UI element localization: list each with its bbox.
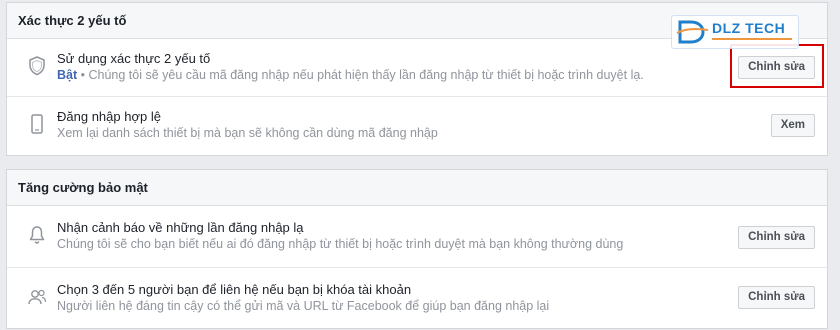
login-alerts-title: Nhận cảnh báo về những lần đăng nhập lạ — [57, 220, 304, 235]
login-alerts-row: Nhận cảnh báo về những lần đăng nhập lạ … — [7, 206, 827, 268]
bell-icon — [25, 223, 49, 247]
two-factor-title: Sử dụng xác thực 2 yếu tố — [57, 51, 211, 66]
extra-security-section: Tăng cường bảo mật Nhận cảnh báo về nhữn… — [6, 169, 828, 329]
trusted-contacts-description: Người liên hệ đáng tin cậy có thể gửi mã… — [57, 299, 550, 313]
phone-icon — [25, 112, 49, 136]
login-alerts-edit-button[interactable]: Chỉnh sửa — [738, 226, 815, 249]
login-alerts-description: Chúng tôi sẽ cho bạn biết nếu ai đó đăng… — [57, 237, 624, 251]
two-factor-status: Bật — [57, 68, 78, 82]
highlight-box — [730, 44, 824, 88]
dlz-tech-logo-text: DLZ TECH — [712, 20, 786, 36]
extra-security-section-title: Tăng cường bảo mật — [7, 170, 827, 206]
authorized-logins-description: Xem lại danh sách thiết bị mà bạn sẽ khô… — [57, 126, 438, 140]
trusted-contacts-title: Chọn 3 đến 5 người bạn để liên hệ nếu bạ… — [57, 282, 412, 297]
trusted-contacts-edit-button[interactable]: Chỉnh sửa — [738, 286, 815, 309]
authorized-logins-row: Đăng nhập hợp lệ Xem lại danh sách thiết… — [7, 97, 827, 155]
authorized-logins-view-button[interactable]: Xem — [770, 114, 815, 137]
trusted-contacts-row: Chọn 3 đến 5 người bạn để liên hệ nếu bạ… — [7, 268, 827, 328]
two-factor-description-text: • Chúng tôi sẽ yêu cầu mã đăng nhập nếu … — [77, 68, 644, 82]
dlz-tech-logo: DLZ TECH — [671, 15, 799, 49]
authorized-logins-title: Đăng nhập hợp lệ — [57, 109, 161, 124]
shield-icon — [25, 54, 49, 78]
dlz-tech-logo-underline — [712, 38, 792, 40]
dlz-tech-logo-mark — [676, 20, 709, 44]
two-factor-description: Bật • Chúng tôi sẽ yêu cầu mã đăng nhập … — [57, 67, 707, 84]
friends-icon — [25, 285, 49, 309]
